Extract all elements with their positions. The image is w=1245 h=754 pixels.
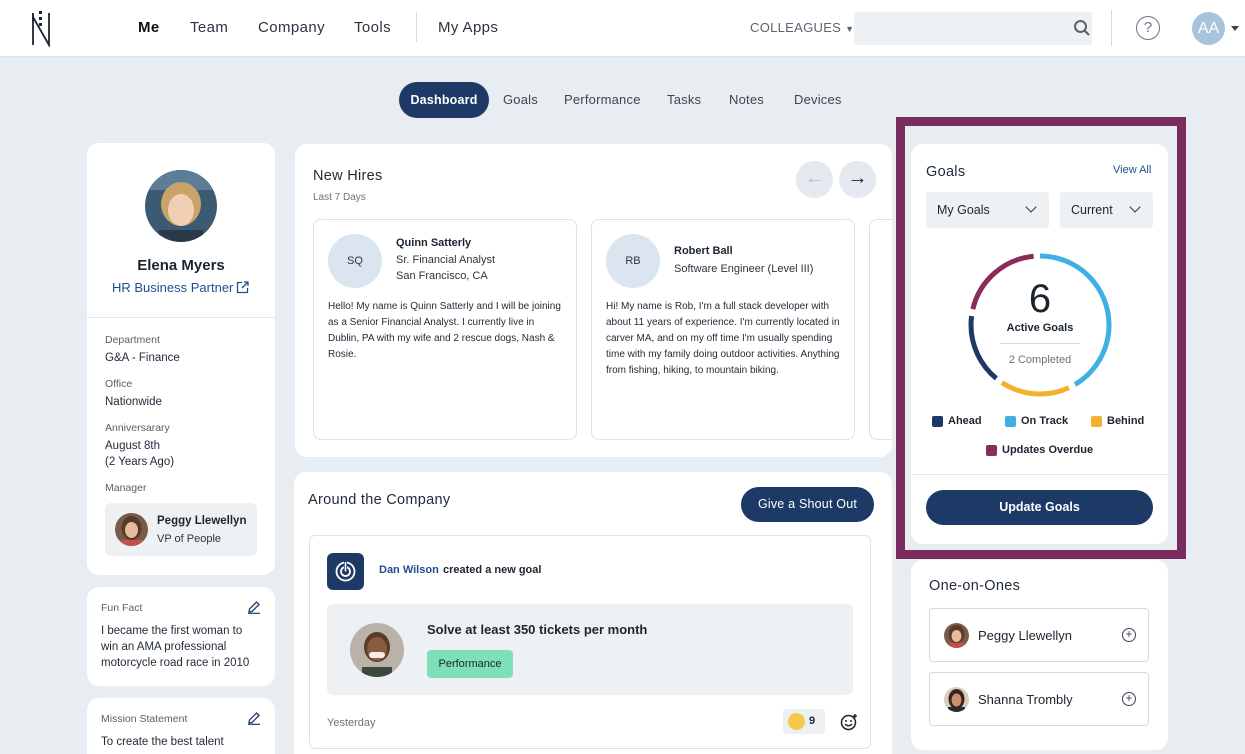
hire-title: Sr. Financial Analyst [396,254,496,266]
arrow-right-icon: → [847,167,868,189]
company-logo[interactable] [30,9,52,47]
tab-performance[interactable]: Performance [564,92,641,107]
caret-down-icon[interactable] [1231,26,1239,31]
manager-name: Peggy Llewellyn [157,515,247,527]
user-avatar[interactable]: AA [1192,12,1225,45]
search-input[interactable] [854,12,1092,45]
profile-name: Elena Myers [137,257,225,274]
one-on-one-item[interactable]: Shanna Trombly + [929,672,1149,726]
profile-card: Elena Myers HR Business Partner Departme… [87,143,275,575]
new-hire-card[interactable]: SQ Quinn Satterly Sr. Financial Analyst … [313,219,577,440]
goal-owner-avatar [350,623,404,677]
one-on-one-item[interactable]: Peggy Llewellyn + [929,608,1149,662]
department-label: Department [105,334,160,346]
new-hires-title: New Hires [313,168,383,184]
tab-tasks[interactable]: Tasks [667,92,701,107]
add-reaction-icon[interactable] [840,713,858,731]
tab-goals[interactable]: Goals [503,92,538,107]
person-avatar [944,687,969,712]
anniversary-label: Anniversarary [105,422,170,434]
hire-bio: Hello! My name is Quinn Satterly and I w… [328,301,561,360]
post-action: created a new goal [443,564,542,576]
nav-team[interactable]: Team [190,19,228,36]
hire-title: Software Engineer (Level III) [674,263,814,275]
add-circle-icon[interactable]: + [1122,692,1136,706]
divider [87,317,275,318]
give-shout-out-button[interactable]: Give a Shout Out [741,487,874,522]
next-arrow-button[interactable]: → [839,161,876,198]
one-on-ones-title: One-on-Ones [929,578,1021,594]
manager-title: VP of People [157,533,222,545]
colleagues-label: COLLEAGUES [750,20,842,35]
around-company-title: Around the Company [308,492,451,508]
hire-bio: Hi! My name is Rob, I'm a full stack dev… [606,301,840,376]
new-hires-subtitle: Last 7 Days [313,192,366,203]
help-icon[interactable]: ? [1136,16,1160,40]
mission-statement-card: Mission Statement To create the best tal… [87,698,275,754]
manager-avatar [115,513,148,546]
reaction-badge[interactable]: 9 [783,709,825,734]
tab-dashboard[interactable]: Dashboard [399,82,489,118]
search-icon[interactable] [1073,19,1091,37]
tab-notes[interactable]: Notes [729,92,764,107]
post-author-link[interactable]: Dan Wilson [379,564,439,576]
feed-post: Dan Wilson created a new goal Solve at l… [309,535,871,749]
new-hires-card: New Hires Last 7 Days ← → SQ Quinn Satte… [295,144,892,457]
hire-name: Quinn Satterly [396,237,472,249]
one-on-one-name: Shanna Trombly [978,692,1073,707]
fun-fact-text: I became the first woman to win an AMA p… [101,625,250,669]
hire-location: San Francisco, CA [396,270,488,282]
office-label: Office [105,378,133,390]
hire-avatar: SQ [328,234,382,288]
nav-divider [1111,10,1112,46]
profile-role-link[interactable]: HR Business Partner [112,280,233,295]
one-on-one-name: Peggy Llewellyn [978,628,1072,643]
laughing-emoji-icon [788,713,805,730]
edit-pencil-icon[interactable] [247,711,261,725]
manager-label: Manager [105,482,147,494]
previous-arrow-button[interactable]: ← [796,161,833,198]
reaction-count: 9 [809,715,816,727]
nav-tools[interactable]: Tools [354,19,391,36]
colleagues-dropdown[interactable]: COLLEAGUES ▼ [750,20,854,35]
edit-pencil-icon[interactable] [247,600,261,614]
post-timestamp: Yesterday [327,717,376,729]
profile-photo [145,170,217,242]
manager-card[interactable]: Peggy Llewellyn VP of People [105,503,257,556]
new-hire-card[interactable] [869,219,892,440]
nav-my-apps[interactable]: My Apps [438,19,498,36]
anniversary-value: August 8th [105,440,160,452]
external-link-icon[interactable] [236,281,249,294]
top-navigation: Me Team Company Tools My Apps COLLEAGUES… [0,0,1245,57]
one-on-ones-card: One-on-Ones Peggy Llewellyn + Shanna Tro… [911,560,1168,750]
mission-text: To create the best talent [101,736,224,748]
hire-avatar: RB [606,234,660,288]
arrow-left-icon: ← [804,167,825,189]
mission-label: Mission Statement [101,713,188,725]
nav-divider [416,12,417,42]
goal-target-icon [327,553,364,590]
fun-fact-label: Fun Fact [101,602,143,614]
goal-summary[interactable]: Solve at least 350 tickets per month Per… [327,604,853,695]
department-value: G&A - Finance [105,352,180,364]
add-circle-icon[interactable]: + [1122,628,1136,642]
fun-fact-card: Fun Fact I became the first woman to win… [87,587,275,686]
hire-name: Robert Ball [674,245,733,257]
office-value: Nationwide [105,396,162,408]
person-avatar [944,623,969,648]
anniversary-years: (2 Years Ago) [105,456,175,468]
tab-devices[interactable]: Devices [794,92,842,107]
new-hire-card[interactable]: RB Robert Ball Software Engineer (Level … [591,219,855,440]
goal-title: Solve at least 350 tickets per month [427,622,648,637]
caret-down-icon: ▼ [845,24,855,34]
highlight-frame [896,117,1186,559]
around-company-card: Around the Company Give a Shout Out Dan … [294,472,892,754]
nav-me[interactable]: Me [138,19,160,36]
nav-company[interactable]: Company [258,19,325,36]
goal-category-tag: Performance [427,650,513,678]
